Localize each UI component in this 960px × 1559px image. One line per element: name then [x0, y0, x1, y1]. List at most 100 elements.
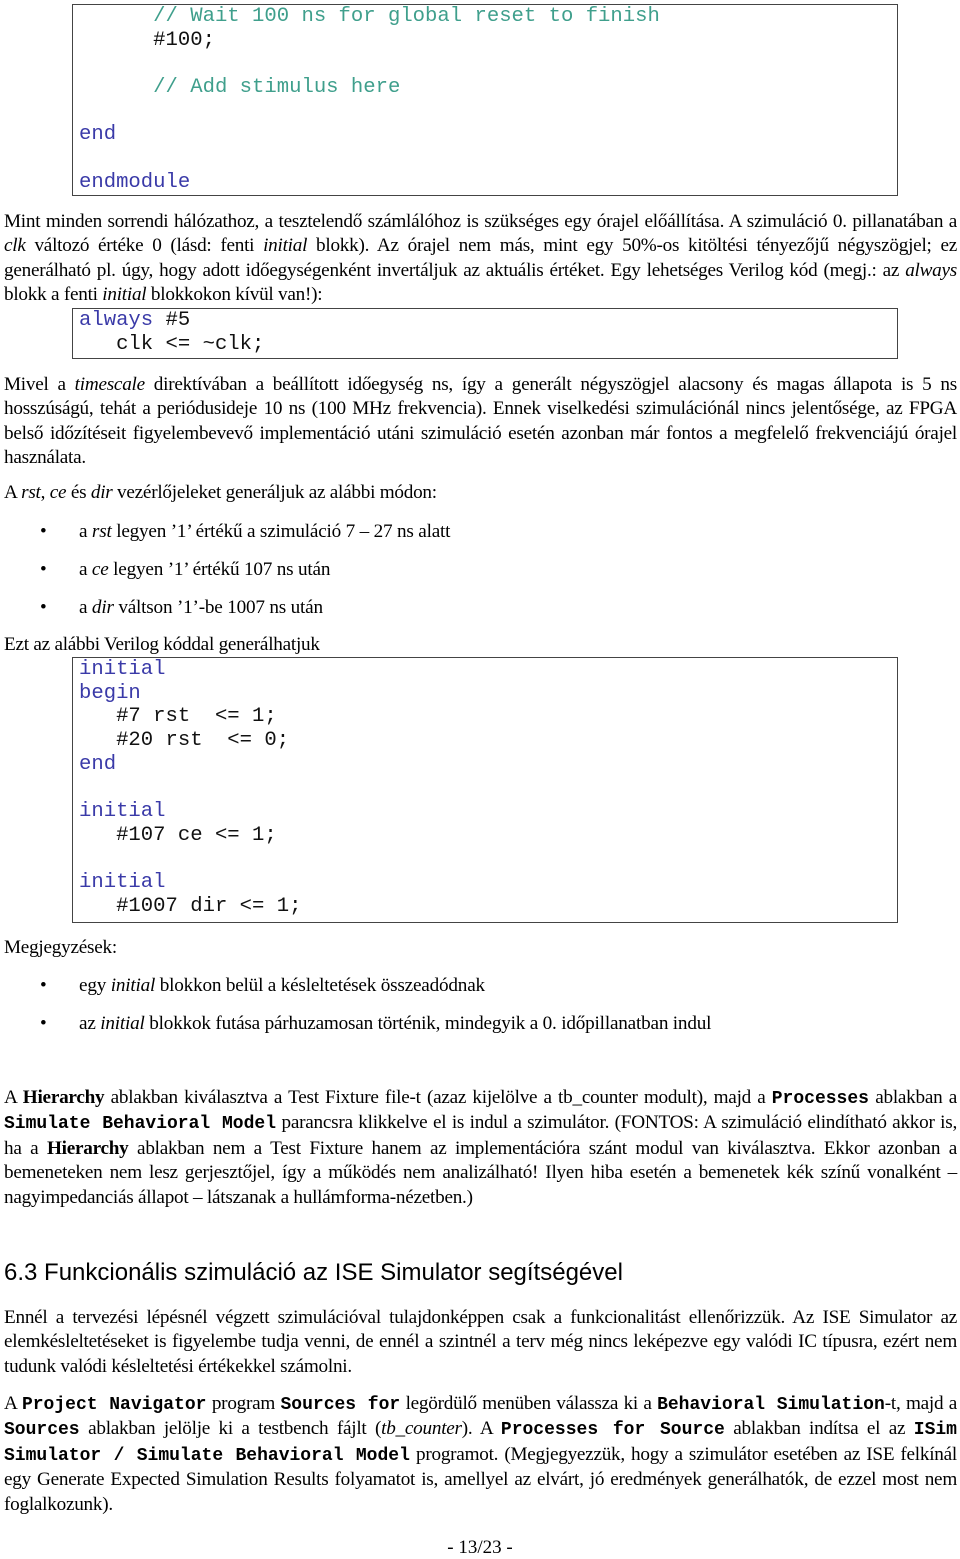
- code-block-initial: initial begin #7 rst <= 1; #20 rst <= 0; e…: [72, 657, 898, 923]
- text-run: a: [79, 597, 92, 618]
- paragraph-timescale: Mivel a timescale direktívában a beállít…: [4, 373, 957, 471]
- text-run: clk <= ~clk;: [79, 332, 265, 356]
- text-run: váltson ’1’-be 1007 ns után: [113, 597, 323, 618]
- bullet-text: egy initial blokkon belül a késleltetése…: [79, 974, 485, 998]
- code-line: begin: [79, 682, 897, 706]
- italic-term: rst: [91, 521, 112, 542]
- command-name: Sources: [4, 1420, 80, 1441]
- italic-term: tb_counter: [381, 1418, 462, 1440]
- bullet-icon: •: [40, 521, 47, 542]
- code-keyword: initial: [79, 658, 166, 681]
- code-line: #107 ce <= 1;: [79, 824, 897, 848]
- paragraph-functional-sim: Ennél a tervezési lépésnél végzett szimu…: [4, 1306, 957, 1379]
- italic-term: initial: [102, 284, 147, 306]
- text-run: legyen ’1’ értékű a szimuláció 7 – 27 ns…: [111, 521, 451, 542]
- command-name: Simulate Behavioral Model: [4, 1114, 276, 1135]
- text-run: ablakban nem a Test Fixture hanem az imp…: [4, 1137, 957, 1208]
- text-run: Ennél a tervezési lépésnél végzett szimu…: [4, 1307, 957, 1377]
- italic-term: initial: [100, 1013, 145, 1034]
- code-line: #1007 dir <= 1;: [79, 895, 897, 919]
- text-run: ablakban jelölje ki a testbench fájlt (: [79, 1418, 382, 1440]
- bullet-text: a rst legyen ’1’ értékű a szimuláció 7 –…: [79, 520, 450, 544]
- command-name: Processes: [771, 1089, 869, 1109]
- italic-term: clk: [4, 235, 26, 257]
- code-line: end: [79, 123, 897, 147]
- text-run: program: [206, 1393, 281, 1414]
- code-line: initial: [79, 800, 897, 824]
- text-run: blokkok futása párhuzamosan történik, mi…: [144, 1013, 712, 1034]
- code-line: endmodule: [79, 171, 897, 195]
- text-run: az: [79, 1013, 101, 1034]
- code-keyword: initial: [79, 800, 166, 824]
- code-block-testbench-end: // Wait 100 ns for global reset to finis…: [72, 4, 898, 196]
- text-run: legördülő menüben válassza ki a: [400, 1393, 658, 1414]
- bullet-icon: •: [40, 975, 47, 996]
- page-number: - 13/23 -: [447, 1537, 513, 1558]
- command-name: Sources for: [280, 1395, 401, 1415]
- bullet-text: az initial blokkok futása párhuzamosan t…: [79, 1012, 711, 1036]
- text-run: vezérlőjeleket generáljuk az alábbi módo…: [112, 482, 437, 503]
- text-run: Ezt az alábbi Verilog kóddal generálhatj…: [4, 634, 320, 655]
- bullet-icon: •: [40, 1013, 47, 1034]
- code-line: end: [79, 753, 897, 777]
- text-run: #20 rst <= 0;: [79, 729, 290, 753]
- code-keyword: always: [79, 309, 154, 332]
- command-name: Project Navigator: [21, 1395, 207, 1415]
- text-run: #1007 dir <= 1;: [79, 894, 302, 918]
- italic-term: dir: [91, 597, 114, 618]
- text-run: Megjegyzések:: [4, 937, 117, 958]
- text-run: #5: [153, 309, 191, 332]
- text-run: A: [4, 1393, 22, 1414]
- text-run: és: [66, 482, 91, 503]
- text-run: #107 ce <= 1;: [79, 823, 277, 847]
- text-run: [79, 5, 153, 28]
- text-run: A: [4, 482, 22, 503]
- text-run: -t, majd a: [884, 1393, 957, 1414]
- text-run: egy: [79, 975, 111, 996]
- bullet-text: a ce legyen ’1’ értékű 107 ns után: [79, 558, 330, 582]
- code-line: // Wait 100 ns for global reset to finis…: [79, 5, 897, 29]
- bullet-text: a dir váltson ’1’-be 1007 ns után: [79, 596, 323, 620]
- paragraph-notes-label: Megjegyzések:: [4, 936, 957, 960]
- text-run: ). A: [461, 1418, 501, 1440]
- command-name: Behavioral Simulation: [657, 1395, 885, 1415]
- code-keyword: initial: [79, 871, 166, 895]
- bold-term: Hierarchy: [22, 1087, 105, 1108]
- paragraph-hierarchy: A Hierarchy ablakban kiválasztva a Test …: [4, 1086, 957, 1210]
- text-run: a: [79, 559, 92, 580]
- text-run: #7 rst <= 1;: [79, 705, 277, 729]
- italic-term: dir: [90, 482, 113, 503]
- text-run: a: [79, 521, 92, 542]
- text-run: ,: [40, 482, 50, 503]
- code-keyword: endmodule: [79, 170, 191, 194]
- bold-term: Hierarchy: [46, 1137, 129, 1159]
- code-line: // Add stimulus here: [79, 76, 897, 100]
- code-line: #7 rst <= 1;: [79, 705, 897, 729]
- code-keyword: end: [79, 123, 117, 147]
- text-run: A: [4, 1087, 23, 1108]
- italic-term: ce: [91, 559, 109, 580]
- text-run: ablakban indítsa el az: [724, 1418, 914, 1440]
- code-comment: // Add stimulus here: [153, 76, 401, 100]
- bullet-icon: •: [40, 597, 47, 618]
- command-name: Processes for Source: [500, 1420, 725, 1441]
- text-run: blokk a fenti: [4, 284, 103, 306]
- text-run: Mint minden sorrendi hálózathoz, a teszt…: [4, 211, 957, 232]
- code-keyword: end: [79, 752, 117, 776]
- text-run: blokkokon kívül van!):: [146, 284, 323, 306]
- code-line: #100;: [79, 29, 897, 53]
- code-line: always #5: [79, 309, 897, 333]
- paragraph-project-navigator: A Project Navigator program Sources for …: [4, 1392, 957, 1517]
- code-keyword: begin: [79, 681, 141, 705]
- section-heading: 6.3 Funkcionális szimuláció az ISE Simul…: [4, 1259, 623, 1286]
- text-run: [79, 76, 153, 99]
- code-comment: // Wait 100 ns for global reset to finis…: [153, 5, 660, 28]
- text-run: változó értéke 0 (lásd: fenti: [25, 235, 264, 257]
- text-run: ablakban a: [868, 1087, 957, 1108]
- text-run: legyen ’1’ értékű 107 ns után: [108, 559, 331, 580]
